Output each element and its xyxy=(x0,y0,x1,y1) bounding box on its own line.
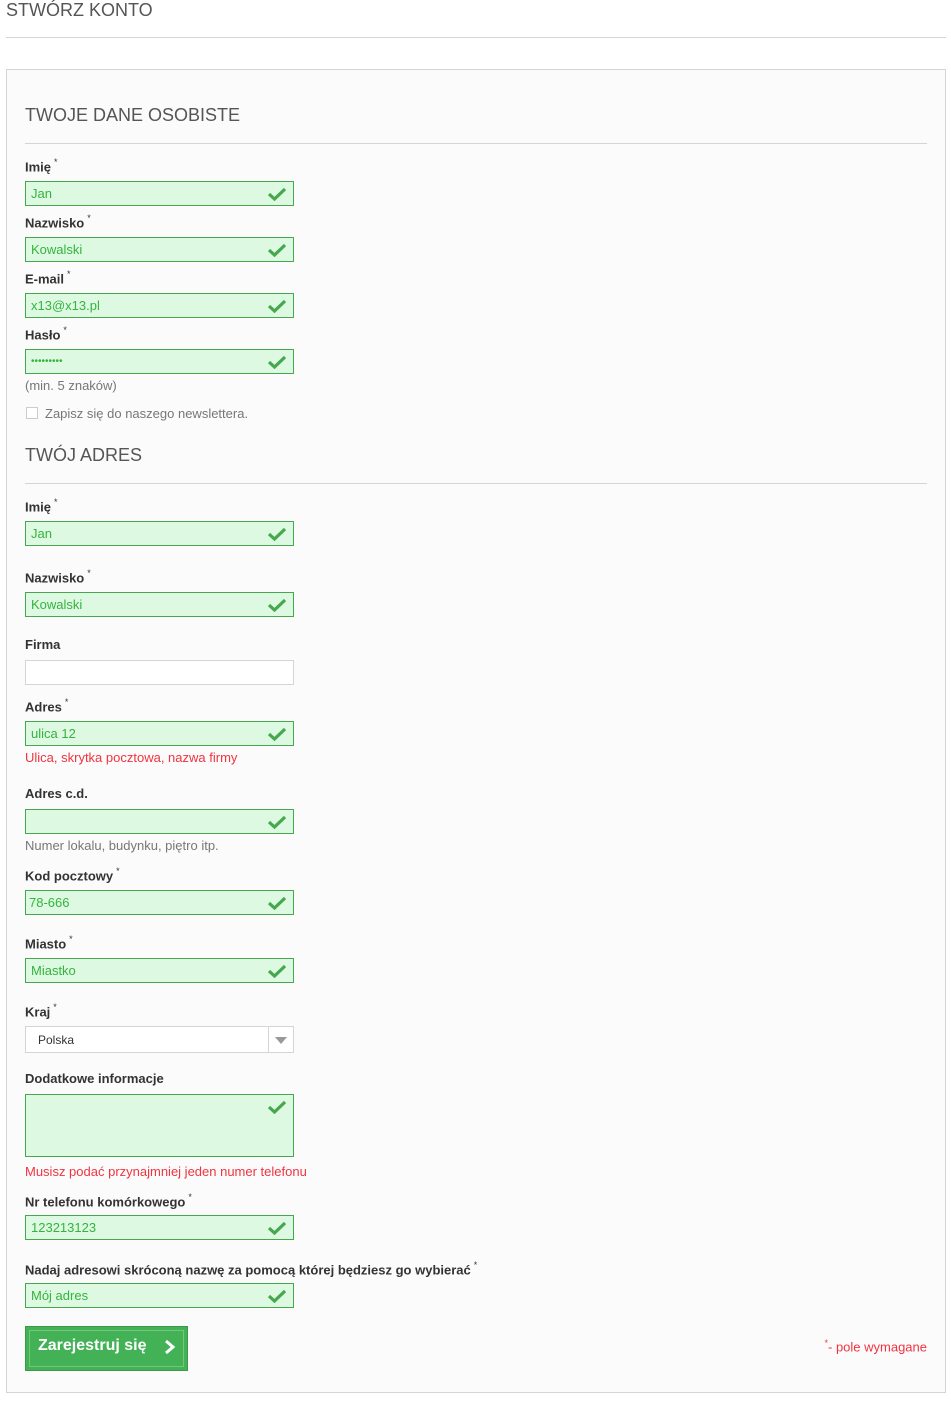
company-input[interactable] xyxy=(25,660,294,685)
alias-label: Nadaj adresowi skróconą nazwę za pomocą … xyxy=(25,1260,478,1278)
last-name-label: Nazwisko * xyxy=(25,213,91,231)
email-input[interactable]: x13@x13.pl xyxy=(25,293,294,318)
postcode-input[interactable]: 78-666 xyxy=(25,890,294,915)
address-first-name-input[interactable]: Jan xyxy=(25,521,294,546)
alias-value: Mój adres xyxy=(31,1288,89,1303)
address-last-name-label: Nazwisko * xyxy=(25,568,91,586)
valid-check-icon xyxy=(268,299,286,313)
address1-hint: Ulica, skrytka pocztowa, nazwa firmy xyxy=(25,750,238,765)
valid-check-icon xyxy=(268,527,286,541)
city-input[interactable]: Miastko xyxy=(25,958,294,983)
valid-check-icon xyxy=(268,1289,286,1303)
city-label: Miasto * xyxy=(25,934,73,952)
valid-check-icon xyxy=(268,896,286,910)
address2-input[interactable] xyxy=(25,809,294,834)
mobile-phone-input[interactable]: 123213123 xyxy=(25,1215,294,1240)
address1-value: ulica 12 xyxy=(31,726,76,741)
section-divider xyxy=(25,143,927,144)
phone-required-notice: Musisz podać przynajmniej jeden numer te… xyxy=(25,1164,307,1179)
account-form: TWOJE DANE OSOBISTE Imię * Jan Nazwisko * … xyxy=(6,69,946,1393)
mobile-phone-label: Nr telefonu komórkowego * xyxy=(25,1192,192,1210)
email-label: E-mail * xyxy=(25,269,71,287)
address2-hint: Numer lokalu, budynku, piętro itp. xyxy=(25,838,219,853)
address1-label: Adres * xyxy=(25,697,69,715)
valid-check-icon xyxy=(268,187,286,201)
address2-label: Adres c.d. xyxy=(25,786,88,801)
postcode-label: Kod pocztowy * xyxy=(25,866,120,884)
register-button[interactable]: Zarejestruj się xyxy=(25,1326,188,1371)
select-arrow-button[interactable] xyxy=(268,1027,293,1052)
country-select[interactable]: Polska xyxy=(25,1026,294,1053)
address-last-name-value: Kowalski xyxy=(31,597,83,612)
country-label: Kraj * xyxy=(25,1002,57,1020)
chevron-down-icon xyxy=(275,1037,287,1044)
password-value: ••••••••• xyxy=(31,356,63,367)
last-name-input[interactable]: Kowalski xyxy=(25,237,294,262)
newsletter-label[interactable]: Zapisz się do naszego newslettera. xyxy=(45,406,248,421)
section-divider xyxy=(25,483,927,484)
title-divider xyxy=(6,37,946,38)
address-first-name-value: Jan xyxy=(31,526,52,541)
first-name-value: Jan xyxy=(31,186,52,201)
email-value: x13@x13.pl xyxy=(31,298,100,313)
required-fields-note: *- pole wymagane xyxy=(824,1338,927,1355)
mobile-phone-value: 123213123 xyxy=(31,1220,97,1235)
page-title: STWÓRZ KONTO xyxy=(6,0,153,20)
valid-check-icon xyxy=(268,1100,286,1114)
password-hint: (min. 5 znaków) xyxy=(25,378,117,393)
valid-check-icon xyxy=(268,355,286,369)
other-info-label: Dodatkowe informacje xyxy=(25,1071,164,1086)
first-name-label: Imię * xyxy=(25,157,58,175)
valid-check-icon xyxy=(268,1221,286,1235)
address-section-title: TWÓJ ADRES xyxy=(25,445,143,465)
last-name-value: Kowalski xyxy=(31,242,83,257)
chevron-right-icon xyxy=(165,1339,176,1355)
valid-check-icon xyxy=(268,727,286,741)
personal-section-title: TWOJE DANE OSOBISTE xyxy=(25,105,241,125)
country-value: Polska xyxy=(38,1033,75,1047)
postcode-value: 78-666 xyxy=(29,895,70,910)
company-label: Firma xyxy=(25,637,61,652)
valid-check-icon xyxy=(268,598,286,612)
address-first-name-label: Imię * xyxy=(25,497,58,515)
register-button-label: Zarejestruj się xyxy=(38,1337,147,1354)
address-last-name-input[interactable]: Kowalski xyxy=(25,592,294,617)
city-value: Miastko xyxy=(31,963,76,978)
valid-check-icon xyxy=(268,964,286,978)
other-info-textarea[interactable] xyxy=(25,1094,294,1157)
valid-check-icon xyxy=(268,815,286,829)
valid-check-icon xyxy=(268,243,286,257)
address1-input[interactable]: ulica 12 xyxy=(25,721,294,746)
password-input[interactable]: ••••••••• xyxy=(25,349,294,374)
first-name-input[interactable]: Jan xyxy=(25,181,294,206)
alias-input[interactable]: Mój adres xyxy=(25,1283,294,1308)
password-label: Hasło * xyxy=(25,325,67,343)
newsletter-checkbox[interactable] xyxy=(26,407,38,419)
